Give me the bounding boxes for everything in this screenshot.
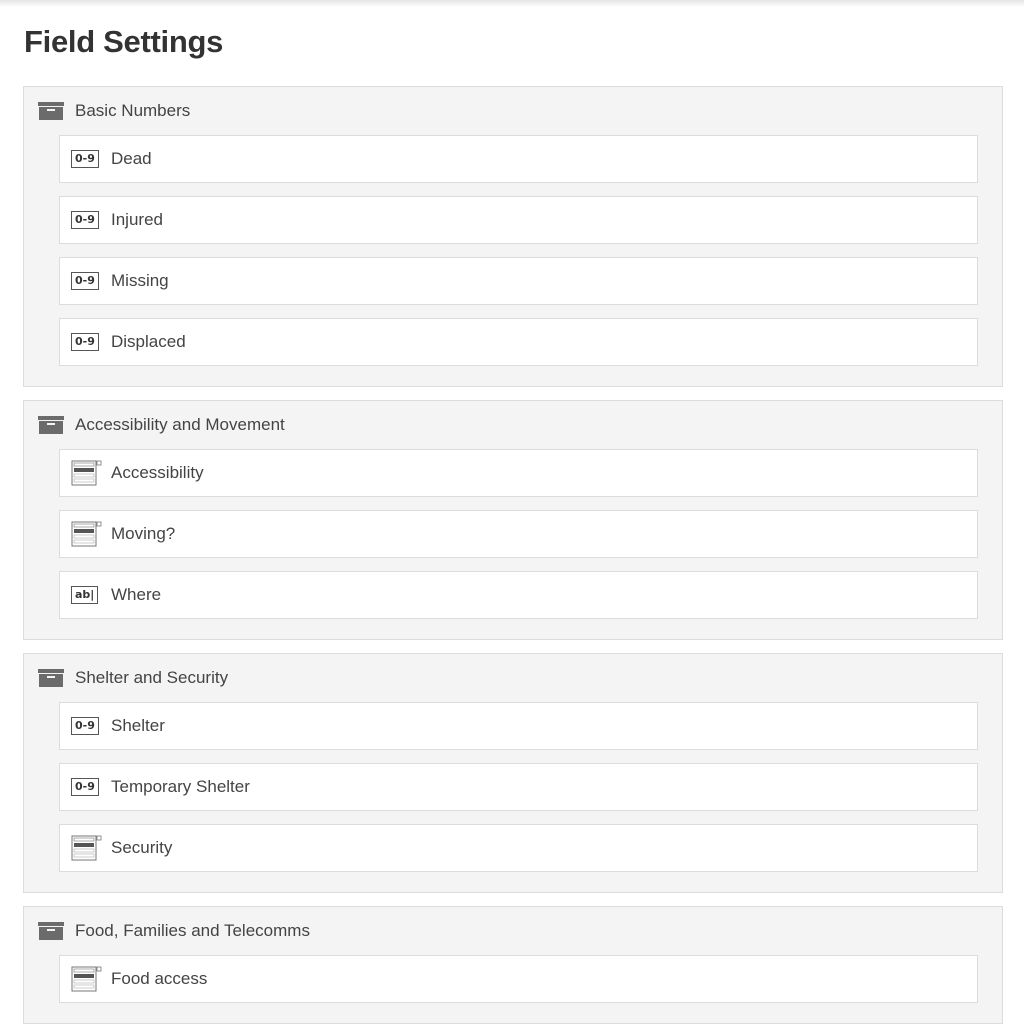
group-header[interactable]: Accessibility and Movement xyxy=(38,401,978,449)
field-label: Accessibility xyxy=(111,463,204,482)
field-group: Accessibility and Movement Accessibility M… xyxy=(23,400,1003,640)
field-row[interactable]: ab| Where xyxy=(59,571,978,619)
field-label: Food access xyxy=(111,969,208,988)
field-label: Where xyxy=(111,585,162,604)
number-icon: 0-9 xyxy=(71,333,99,351)
group-header[interactable]: Food, Families and Telecomms xyxy=(38,907,978,955)
number-icon: 0-9 xyxy=(71,778,99,796)
field-group: Basic Numbers 0-9 Dead 0-9 Injured 0-9 Missing… xyxy=(23,86,1003,387)
box-icon xyxy=(38,102,64,120)
field-label: Security xyxy=(111,838,173,857)
page-title: Field Settings xyxy=(24,24,224,59)
field-row[interactable]: Accessibility xyxy=(59,449,978,497)
dropdown-list-icon xyxy=(71,835,102,861)
number-field-icon: 0-9 xyxy=(71,714,103,738)
number-field-icon: 0-9 xyxy=(71,330,103,354)
field-label: Moving? xyxy=(111,524,176,543)
field-label: Missing xyxy=(111,271,169,290)
top-edge xyxy=(0,0,1024,6)
text-field-icon: ab| xyxy=(71,583,103,607)
dropdown-list-icon xyxy=(71,521,102,547)
field-row[interactable]: Security xyxy=(59,824,978,872)
number-icon: 0-9 xyxy=(71,717,99,735)
field-group: Food, Families and Telecomms Food access xyxy=(23,906,1003,1024)
select-field-icon xyxy=(71,521,103,547)
field-row[interactable]: 0-9 Temporary Shelter xyxy=(59,763,978,811)
number-icon: 0-9 xyxy=(71,211,99,229)
group-title: Accessibility and Movement xyxy=(75,415,285,434)
number-icon: 0-9 xyxy=(71,272,99,290)
number-field-icon: 0-9 xyxy=(71,208,103,232)
field-label: Dead xyxy=(111,149,152,168)
box-icon xyxy=(38,416,64,434)
number-field-icon: 0-9 xyxy=(71,147,103,171)
select-field-icon xyxy=(71,460,103,486)
number-icon: 0-9 xyxy=(71,150,99,168)
field-label: Displaced xyxy=(111,332,186,351)
field-row[interactable]: 0-9 Shelter xyxy=(59,702,978,750)
field-row[interactable]: 0-9 Displaced xyxy=(59,318,978,366)
field-row[interactable]: Food access xyxy=(59,955,978,1003)
field-group: Shelter and Security 0-9 Shelter 0-9 Tempora… xyxy=(23,653,1003,893)
number-field-icon: 0-9 xyxy=(71,775,103,799)
field-label: Temporary Shelter xyxy=(111,777,250,796)
dropdown-list-icon xyxy=(71,966,102,992)
field-row[interactable]: 0-9 Injured xyxy=(59,196,978,244)
field-row[interactable]: 0-9 Dead xyxy=(59,135,978,183)
select-field-icon xyxy=(71,835,103,861)
field-row[interactable]: Moving? xyxy=(59,510,978,558)
box-icon xyxy=(38,669,64,687)
text-icon: ab| xyxy=(71,586,99,604)
select-field-icon xyxy=(71,966,103,992)
field-groups: Basic Numbers 0-9 Dead 0-9 Injured 0-9 Missing… xyxy=(23,86,1003,1024)
field-label: Shelter xyxy=(111,716,165,735)
group-title: Basic Numbers xyxy=(75,101,191,120)
number-field-icon: 0-9 xyxy=(71,269,103,293)
group-header[interactable]: Basic Numbers xyxy=(38,87,978,135)
field-row[interactable]: 0-9 Missing xyxy=(59,257,978,305)
group-header[interactable]: Shelter and Security xyxy=(38,654,978,702)
group-title: Shelter and Security xyxy=(75,668,229,687)
group-title: Food, Families and Telecomms xyxy=(75,921,310,940)
box-icon xyxy=(38,922,64,940)
field-settings-page: Field Settings Basic Numbers 0-9 Dead 0-9 In… xyxy=(0,0,1024,1024)
field-label: Injured xyxy=(111,210,163,229)
dropdown-list-icon xyxy=(71,460,102,486)
